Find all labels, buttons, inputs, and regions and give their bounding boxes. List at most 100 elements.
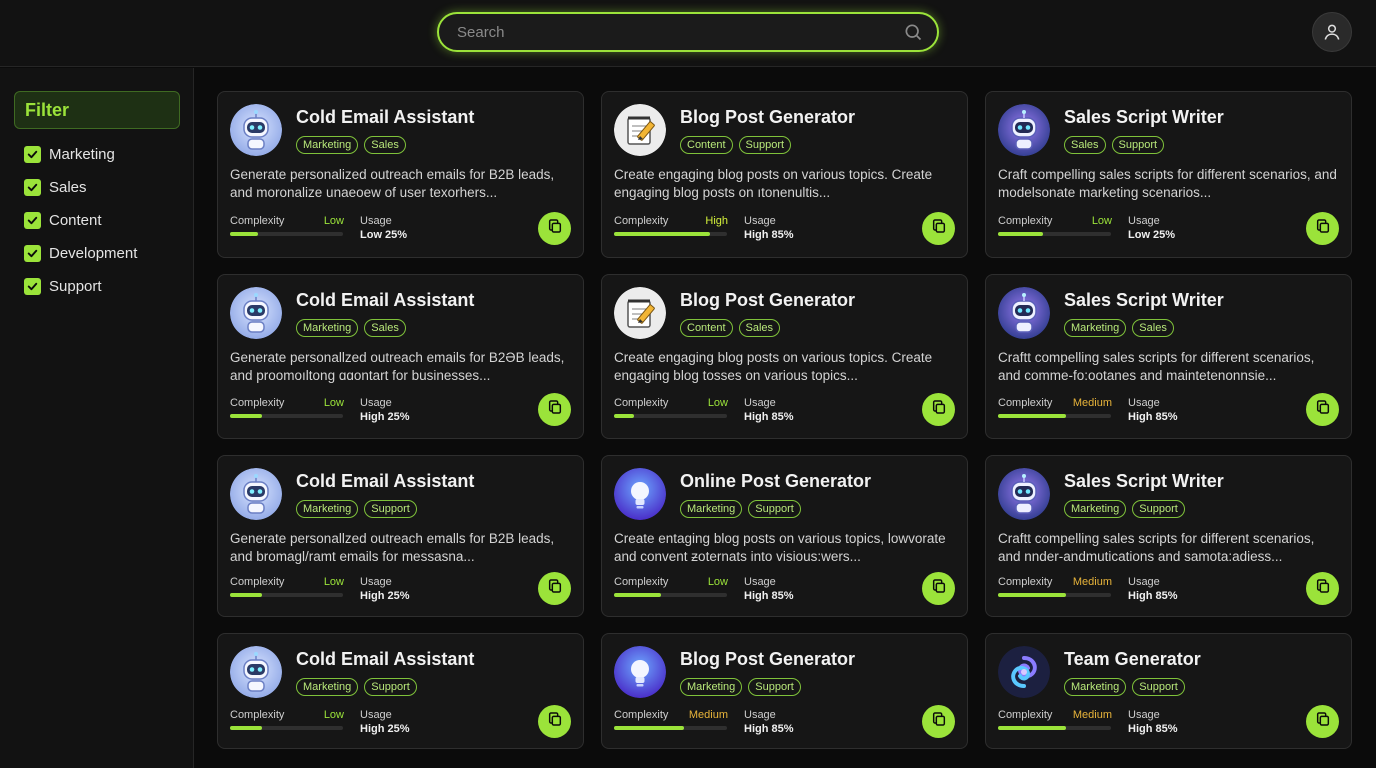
category-tag[interactable]: Support [364, 678, 417, 696]
category-tag[interactable]: Marketing [680, 678, 743, 696]
complexity-value: Low [323, 709, 344, 721]
category-tag[interactable]: Support [1132, 678, 1185, 696]
filter-sidebar: Filter Marketing Sales Content Development S… [0, 68, 194, 768]
category-tag[interactable]: Marketing [1064, 678, 1127, 696]
complexity-value: Low [707, 576, 728, 588]
tool-card[interactable]: Cold Email Assistant Marketing Support Gene… [217, 455, 584, 617]
copy-button[interactable] [1306, 705, 1339, 738]
search-input[interactable] [457, 23, 903, 41]
usage-value: High 85% [1128, 723, 1178, 735]
complexity-bar-fill [230, 593, 262, 597]
category-tag[interactable]: Marketing [1064, 500, 1127, 518]
robot-purple-icon [998, 468, 1050, 520]
usage-label: Usage [1128, 576, 1160, 588]
copy-icon [547, 399, 563, 420]
tool-card[interactable]: Sales Script Writer Sales Support Craft com… [985, 91, 1352, 258]
complexity-value: Low [323, 576, 344, 588]
complexity-bar [614, 414, 727, 418]
complexity-value: Medium [1072, 576, 1112, 588]
copy-button[interactable] [538, 212, 571, 245]
search-icon[interactable] [903, 22, 923, 42]
copy-button[interactable] [922, 705, 955, 738]
tool-card[interactable]: Sales Script Writer Marketing Sales Craftt … [985, 274, 1352, 439]
category-tag[interactable]: Content [680, 319, 733, 337]
copy-button[interactable] [538, 393, 571, 426]
copy-button[interactable] [538, 572, 571, 605]
notepad-pencil-icon [614, 104, 666, 156]
copy-icon [931, 218, 947, 239]
copy-icon [1315, 218, 1331, 239]
robot-icon [230, 646, 282, 698]
copy-button[interactable] [922, 393, 955, 426]
complexity-bar-fill [998, 593, 1066, 597]
tool-card[interactable]: Cold Email Assistant Marketing Sales Genera… [217, 91, 584, 258]
usage-value: High 85% [1128, 411, 1178, 423]
category-tag[interactable]: Support [748, 678, 801, 696]
category-tag[interactable]: Sales [364, 319, 406, 337]
category-tag[interactable]: Support [738, 136, 792, 154]
category-tag[interactable]: Marketing [680, 500, 743, 518]
category-tag[interactable]: Support [1132, 500, 1185, 518]
usage-label: Usage [360, 709, 392, 721]
copy-icon [547, 218, 563, 239]
copy-button[interactable] [1306, 212, 1339, 245]
filter-option-development[interactable]: Development [24, 242, 137, 264]
copy-button[interactable] [922, 572, 955, 605]
copy-button[interactable] [1306, 393, 1339, 426]
tool-card[interactable]: Cold Email Assistant Marketing Support Comp… [217, 633, 584, 749]
category-tag[interactable]: Marketing [296, 136, 359, 154]
complexity-bar-fill [998, 726, 1066, 730]
filter-option-sales[interactable]: Sales [24, 176, 87, 198]
category-tag[interactable]: Marketing [296, 500, 359, 518]
tool-card[interactable]: Cold Email Assistant Marketing Sales Genera… [217, 274, 584, 439]
user-avatar-button[interactable] [1312, 12, 1352, 52]
complexity-bar-fill [230, 726, 262, 730]
filter-option-content[interactable]: Content [24, 209, 102, 231]
category-tag[interactable]: Marketing [296, 678, 359, 696]
filter-option-label: Development [49, 244, 138, 262]
card-title: Sales Script Writer [1064, 471, 1224, 491]
category-tag[interactable]: Sales [1064, 136, 1106, 154]
filter-option-marketing[interactable]: Marketing [24, 143, 115, 165]
category-tag[interactable]: Sales [738, 319, 781, 337]
tool-card[interactable]: Blog Post Generator Marketing Support Compl… [601, 633, 968, 749]
card-title: Blog Post Generator [680, 290, 856, 310]
card-tags: Marketing Support [680, 500, 801, 518]
usage-label: Usage [1128, 709, 1160, 721]
complexity-bar [614, 726, 727, 730]
category-tag[interactable]: Marketing [296, 319, 359, 337]
checkbox-checked-icon[interactable] [24, 277, 41, 295]
category-tag[interactable]: Sales [1132, 319, 1174, 337]
card-title: Sales Script Writer [1064, 107, 1224, 127]
swirl-logo-icon [998, 646, 1050, 698]
usage-value: High 85% [744, 411, 794, 423]
search-bar[interactable] [437, 12, 939, 52]
category-tag[interactable]: Support [364, 500, 417, 518]
tool-card[interactable]: Blog Post Generator Content Support Create … [601, 91, 968, 258]
usage-value: High 85% [744, 723, 794, 735]
category-tag[interactable]: Content [680, 136, 733, 154]
tool-card[interactable]: Team Generator Marketing Support Complexity… [985, 633, 1352, 749]
tool-card[interactable]: Online Post Generator Marketing Support Cre… [601, 455, 968, 617]
complexity-bar [614, 232, 727, 236]
card-title: Cold Email Assistant [296, 471, 475, 491]
copy-button[interactable] [922, 212, 955, 245]
copy-button[interactable] [1306, 572, 1339, 605]
robot-purple-icon [998, 287, 1050, 339]
category-tag[interactable]: Support [1111, 136, 1165, 154]
usage-label: Usage [360, 397, 392, 409]
copy-button[interactable] [538, 705, 571, 738]
complexity-bar [230, 414, 343, 418]
category-tag[interactable]: Support [748, 500, 801, 518]
checkbox-checked-icon[interactable] [24, 244, 41, 262]
checkbox-checked-icon[interactable] [24, 145, 41, 163]
filter-option-support[interactable]: Support [24, 275, 102, 297]
tool-card[interactable]: Blog Post Generator Content Sales Create en… [601, 274, 968, 439]
category-tag[interactable]: Sales [364, 136, 406, 154]
checkbox-checked-icon[interactable] [24, 178, 41, 196]
card-tags: Content Support [680, 136, 792, 154]
card-description: Generate personallzed outreach emails fo… [230, 350, 565, 383]
tool-card[interactable]: Sales Script Writer Marketing Support Craft… [985, 455, 1352, 617]
checkbox-checked-icon[interactable] [24, 211, 41, 229]
category-tag[interactable]: Marketing [1064, 319, 1127, 337]
